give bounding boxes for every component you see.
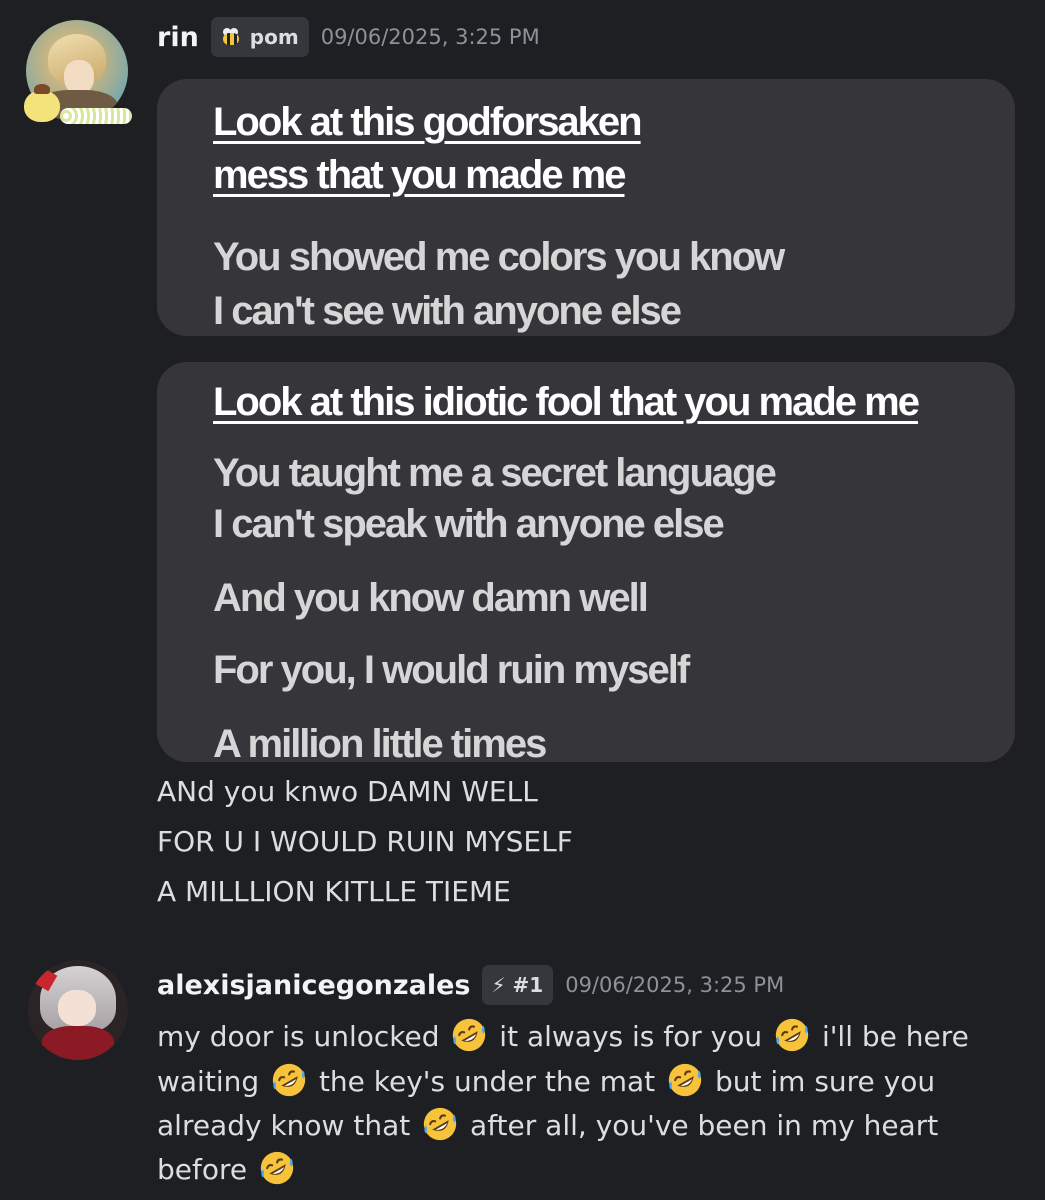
- rolling-on-floor-laughing-icon: [421, 1105, 459, 1143]
- timestamp[interactable]: 09/06/2025, 3:25 PM: [565, 973, 784, 997]
- message-text-line: before: [157, 1149, 298, 1187]
- message-text: already know that: [157, 1109, 411, 1142]
- rolling-on-floor-laughing-icon: [270, 1061, 308, 1099]
- image-attachment[interactable]: Look at this godforsaken mess that you m…: [157, 79, 1015, 336]
- message-text-line: A MILLLION KITLLE TIEME: [157, 875, 511, 908]
- message-text: the key's under the mat: [318, 1065, 656, 1098]
- message-text: it always is for you: [499, 1020, 763, 1053]
- rolling-on-floor-laughing-icon: [666, 1061, 704, 1099]
- lyric-line: And you know damn well: [213, 576, 649, 620]
- rolling-on-floor-laughing-icon: [258, 1149, 296, 1187]
- message-text-line: FOR U I WOULD RUIN MYSELF: [157, 825, 573, 858]
- message-text: after all, you've been in my heart: [470, 1109, 939, 1142]
- timestamp[interactable]: 09/06/2025, 3:25 PM: [321, 25, 540, 49]
- username[interactable]: rin: [157, 22, 199, 53]
- lyric-title-line: Look at this idiotic fool that you made …: [213, 380, 920, 424]
- username[interactable]: alexisjanicegonzales: [157, 970, 470, 1001]
- rolling-on-floor-laughing-icon: [773, 1016, 811, 1054]
- pompompurin-hat-icon: [34, 84, 50, 94]
- message-text-line: already know that after all, you've been…: [157, 1105, 938, 1143]
- server-tag[interactable]: ⚡ #1: [482, 965, 554, 1005]
- message-header: rin pom 09/06/2025, 3:25 PM: [157, 16, 540, 58]
- image-attachment[interactable]: Look at this idiotic fool that you made …: [157, 362, 1015, 762]
- message-text: but im sure you: [714, 1065, 936, 1098]
- avatar-decoration: [20, 84, 132, 130]
- rolling-on-floor-laughing-icon: [450, 1016, 488, 1054]
- lyric-line: You showed me colors you know: [213, 235, 785, 279]
- lyric-line: I can't speak with anyone else: [213, 502, 725, 546]
- lyric-line: For you, I would ruin myself: [213, 648, 690, 692]
- server-tag-label: pom: [249, 25, 299, 49]
- pompompurin-icon: [24, 90, 60, 122]
- server-tag-label: #1: [512, 973, 544, 997]
- flowers-icon: [60, 108, 132, 124]
- avatar[interactable]: [28, 960, 128, 1060]
- lyric-line: You taught me a secret language: [213, 451, 777, 495]
- message-text: i'll be here: [821, 1020, 969, 1053]
- message-text-line: my door is unlocked it always is for you…: [157, 1016, 969, 1054]
- lyric-title-line: Look at this godforsaken: [213, 100, 643, 144]
- message-header: alexisjanicegonzales ⚡ #1 09/06/2025, 3:…: [157, 964, 784, 1006]
- lyric-line: A million little times: [213, 722, 547, 762]
- bee-icon: [220, 28, 242, 46]
- avatar-clothing: [42, 1026, 114, 1060]
- message-text: before: [157, 1153, 248, 1186]
- lyric-title-line: mess that you made me: [213, 153, 626, 197]
- lightning-icon: ⚡: [491, 973, 506, 997]
- lyric-line: I can't see with anyone else: [213, 289, 682, 333]
- server-tag[interactable]: pom: [210, 17, 309, 57]
- message-text: waiting: [157, 1065, 260, 1098]
- message-text-line: ANd you knwo DAMN WELL: [157, 775, 538, 808]
- avatar-face: [58, 990, 96, 1026]
- message-text-line: waiting the key's under the mat but im s…: [157, 1061, 935, 1099]
- message-text: my door is unlocked: [157, 1020, 440, 1053]
